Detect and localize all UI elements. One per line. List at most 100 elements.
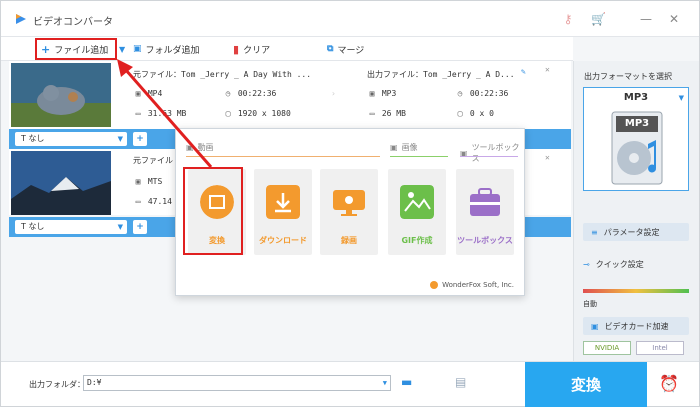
- format-label: 出力フォーマットを選択: [584, 72, 672, 81]
- category-toolbox-label: ツールボックス: [471, 143, 520, 163]
- image-icon: [400, 185, 434, 219]
- arrow-right-icon: ›: [331, 89, 336, 98]
- remove-item-icon[interactable]: ✕: [545, 65, 550, 74]
- quick-settings-label: ⊸ クイック設定: [583, 259, 644, 270]
- format-icon: ▣: [369, 89, 375, 98]
- param-settings-button[interactable]: ≡ パラメータ設定: [583, 223, 689, 241]
- add-subtitle-button[interactable]: +: [133, 220, 147, 234]
- nvidia-badge[interactable]: NVIDIA: [583, 341, 631, 355]
- subtitle-value: なし: [28, 222, 45, 231]
- subtitle-value: なし: [28, 134, 45, 143]
- tile-record-label: 録画: [341, 236, 357, 245]
- brand-footer: WonderFox Soft, Inc.: [430, 281, 514, 289]
- alarm-clock-icon[interactable]: ⏰: [659, 374, 679, 393]
- highlight-add-file: [35, 38, 117, 60]
- tile-record[interactable]: 録画: [320, 169, 378, 255]
- video-thumbnail: [11, 151, 111, 215]
- output-filename: 出力ファイル：Tom _Jerry _ A D...: [367, 70, 515, 79]
- tile-download[interactable]: ダウンロード: [254, 169, 312, 255]
- format-icon: ▣: [135, 177, 141, 186]
- add-file-dropdown-icon[interactable]: ▼: [119, 42, 125, 56]
- source-duration: ◷ 00:22:36: [223, 89, 277, 98]
- remove-item-icon[interactable]: ✕: [545, 153, 550, 162]
- category-image: ▣ 画像: [390, 142, 418, 153]
- output-resolution-value: 0 x 0: [469, 109, 494, 118]
- wonderfox-logo-icon: [430, 281, 439, 289]
- param-label: パラメータ設定: [603, 227, 660, 237]
- clear-button[interactable]: ▮ クリア: [233, 42, 270, 56]
- mp3-icon-text: MP3: [624, 118, 650, 129]
- list-item[interactable]: 元ファイル：Tom _Jerry _ A Day With ... ▣ MP4 …: [9, 61, 571, 133]
- cart-icon[interactable]: 🛒: [591, 12, 606, 26]
- minimize-icon[interactable]: —: [639, 12, 653, 26]
- open-folder-icon[interactable]: ▬: [401, 375, 412, 389]
- sliders-icon: ≡: [591, 227, 598, 237]
- clear-label: クリア: [243, 45, 271, 56]
- clock-icon: ◷: [225, 89, 231, 98]
- file-icon: ▭: [369, 109, 375, 118]
- edit-icon[interactable]: ✎: [521, 67, 526, 76]
- key-icon[interactable]: ⚷: [561, 12, 575, 26]
- close-icon[interactable]: ✕: [667, 12, 681, 26]
- add-folder-button[interactable]: ▣ フォルダ追加: [133, 42, 200, 56]
- source-size: ▭ 47.14: [133, 197, 172, 206]
- subtitle-icon: T: [21, 134, 26, 143]
- output-folder-label: 出力フォルダ：: [29, 380, 85, 389]
- tile-toolbox-label: ツールボックス: [457, 236, 513, 245]
- output-folder-value: D:¥: [87, 378, 102, 387]
- subtitle-select[interactable]: T なし ▼: [15, 220, 127, 234]
- highlight-convert-tile: [183, 167, 243, 255]
- category-toolbox: ▣ ツールボックス: [460, 142, 524, 164]
- category-toolbox-line: [460, 156, 518, 157]
- quality-low-label: 自動: [583, 300, 597, 308]
- output-duration-value: 00:22:36: [469, 89, 509, 98]
- merge-label: マージ: [337, 45, 365, 56]
- chevron-down-icon: ▼: [382, 379, 387, 387]
- trash-icon: ▮: [233, 42, 240, 56]
- quick-icon: ⊸: [583, 260, 590, 269]
- merge-icon: ⧉: [327, 44, 334, 54]
- convert-button[interactable]: 変換: [525, 362, 647, 407]
- format-selector[interactable]: MP3 ▼ MP3: [583, 87, 689, 191]
- download-icon: [266, 185, 300, 219]
- tile-gif[interactable]: GIF作成: [388, 169, 446, 255]
- subtitle-icon: T: [21, 222, 26, 231]
- category-image-line: [390, 156, 448, 157]
- output-size: ▭ 26 MB: [367, 109, 406, 118]
- gpu-label: ビデオカード加速: [604, 321, 669, 331]
- intel-badge[interactable]: Intel: [636, 341, 684, 355]
- source-duration-value: 00:22:36: [237, 89, 277, 98]
- add-folder-label: フォルダ追加: [145, 45, 200, 56]
- source-format-value: MTS: [147, 177, 163, 186]
- quick-label: クイック設定: [595, 260, 644, 269]
- monitor-icon: [333, 190, 365, 216]
- convert-label: 変換: [570, 376, 601, 394]
- format-name: MP3: [623, 92, 649, 103]
- category-image-label: 画像: [401, 143, 418, 152]
- video-thumbnail: [11, 63, 111, 127]
- output-format-panel: 出力フォーマットを選択 MP3 ▼ MP3 ≡ パラメータ設定 ⊸ クイック設定…: [573, 61, 699, 361]
- image-cat-icon: ▣: [390, 143, 398, 152]
- resolution-icon: ▢: [457, 109, 463, 118]
- output-size-value: 26 MB: [381, 109, 406, 118]
- output-folder-input[interactable]: D:¥ ▼: [83, 375, 391, 391]
- title-bar: ビデオコンバータ ⚷ 🛒 — ✕: [1, 1, 699, 37]
- settings-folder-icon[interactable]: ▤: [455, 375, 466, 389]
- output-resolution: ▢ 0 x 0: [455, 109, 494, 118]
- source-format: ▣ MTS: [133, 177, 163, 186]
- tile-download-label: ダウンロード: [259, 236, 307, 245]
- clock-icon: ◷: [457, 89, 463, 98]
- quality-slider[interactable]: [583, 289, 689, 293]
- source-resolution-value: 1920 x 1080: [237, 109, 291, 118]
- output-format: ▣ MP3: [367, 89, 397, 98]
- gpu-accel-toggle[interactable]: ▣ ビデオカード加速: [583, 317, 689, 335]
- chevron-down-icon: ▼: [117, 223, 123, 231]
- tile-toolbox[interactable]: ツールボックス: [456, 169, 514, 255]
- bottom-bar: 出力フォルダ： D:¥ ▼ ▬ ▤ 変換 ⏰: [1, 361, 699, 407]
- output-format-value: MP3: [381, 89, 397, 98]
- app-title: ビデオコンバータ: [33, 17, 113, 28]
- resolution-icon: ▢: [225, 109, 231, 118]
- gpu-icon: ▣: [591, 321, 599, 331]
- output-duration: ◷ 00:22:36: [455, 89, 509, 98]
- merge-button[interactable]: ⧉ マージ: [327, 42, 364, 56]
